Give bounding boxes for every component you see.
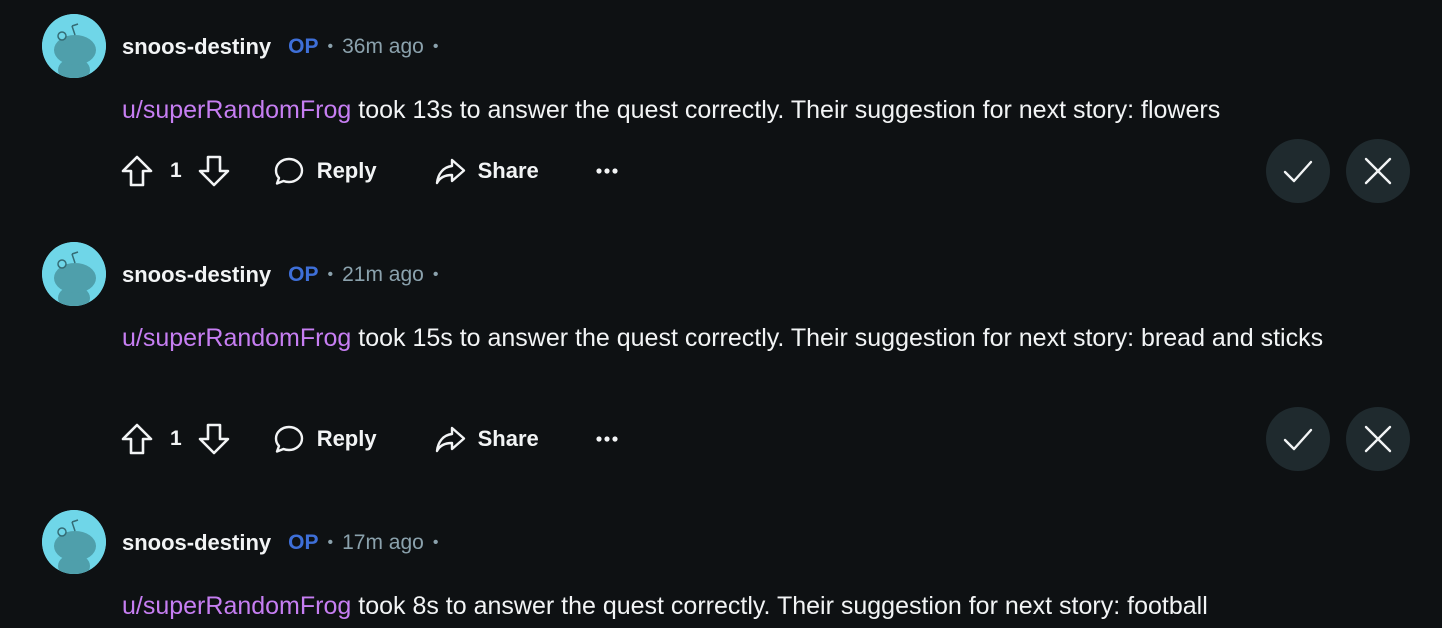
checkmark-icon (1282, 155, 1314, 187)
speech-bubble-icon (273, 155, 305, 187)
username-link[interactable]: u/superRandomFrog (122, 324, 351, 352)
separator-dot: • (327, 38, 334, 55)
timestamp[interactable]: 21m ago (342, 263, 424, 287)
comment-meta: snoos-destiny OP • 36m ago • (122, 32, 447, 62)
x-icon (1363, 156, 1393, 186)
approve-button[interactable] (1266, 407, 1330, 471)
timestamp[interactable]: 36m ago (342, 35, 424, 59)
share-arrow-icon (434, 155, 466, 187)
ellipsis-icon[interactable] (595, 435, 619, 443)
remove-button[interactable] (1346, 407, 1410, 471)
share-label: Share (477, 426, 539, 451)
separator-dot: • (327, 266, 334, 283)
comment-meta: snoos-destiny OP • 17m ago • (122, 528, 447, 558)
op-badge: OP (288, 35, 319, 58)
speech-bubble-icon (273, 423, 305, 455)
separator-dot: • (432, 266, 439, 283)
op-badge: OP (288, 531, 319, 554)
reply-label: Reply (316, 426, 377, 451)
separator-dot: • (432, 38, 439, 55)
vote-count: 1 (170, 159, 182, 182)
comment-body: u/superRandomFrog took 15s to answer the… (122, 318, 1442, 358)
comment-actions: 1 Reply Share (120, 419, 619, 459)
snoo-avatar-icon[interactable] (42, 242, 106, 306)
op-badge: OP (288, 263, 319, 286)
share-label: Share (477, 158, 539, 183)
reply-label: Reply (316, 158, 377, 183)
separator-dot: • (432, 534, 439, 551)
approve-button[interactable] (1266, 139, 1330, 203)
comment-text: took 15s to answer the quest correctly. … (351, 324, 1324, 352)
comment-body: u/superRandomFrog took 13s to answer the… (122, 90, 1442, 130)
reply-button[interactable]: Reply (273, 155, 377, 187)
comment-text: took 8s to answer the quest correctly. T… (351, 592, 1208, 620)
upvote-arrow-icon[interactable] (120, 154, 154, 188)
timestamp[interactable]: 17m ago (342, 531, 424, 555)
snoo-avatar-icon[interactable] (42, 14, 106, 78)
username-link[interactable]: u/superRandomFrog (122, 592, 351, 620)
reply-button[interactable]: Reply (273, 423, 377, 455)
remove-button[interactable] (1346, 139, 1410, 203)
upvote-arrow-icon[interactable] (120, 422, 154, 456)
comment-meta: snoos-destiny OP • 21m ago • (122, 260, 447, 290)
share-arrow-icon (434, 423, 466, 455)
x-icon (1363, 424, 1393, 454)
downvote-arrow-icon[interactable] (197, 154, 231, 188)
author-name[interactable]: snoos-destiny (122, 34, 271, 60)
ellipsis-icon[interactable] (595, 167, 619, 175)
vote-count: 1 (170, 427, 182, 450)
separator-dot: • (327, 534, 334, 551)
username-link[interactable]: u/superRandomFrog (122, 96, 351, 124)
checkmark-icon (1282, 423, 1314, 455)
comment-text: took 13s to answer the quest correctly. … (351, 96, 1221, 124)
share-button[interactable]: Share (434, 423, 539, 455)
snoo-avatar-icon[interactable] (42, 510, 106, 574)
author-name[interactable]: snoos-destiny (122, 530, 271, 556)
comment-body: u/superRandomFrog took 8s to answer the … (122, 586, 1442, 626)
author-name[interactable]: snoos-destiny (122, 262, 271, 288)
share-button[interactable]: Share (434, 155, 539, 187)
downvote-arrow-icon[interactable] (197, 422, 231, 456)
comment-actions: 1 Reply Share (120, 151, 619, 191)
